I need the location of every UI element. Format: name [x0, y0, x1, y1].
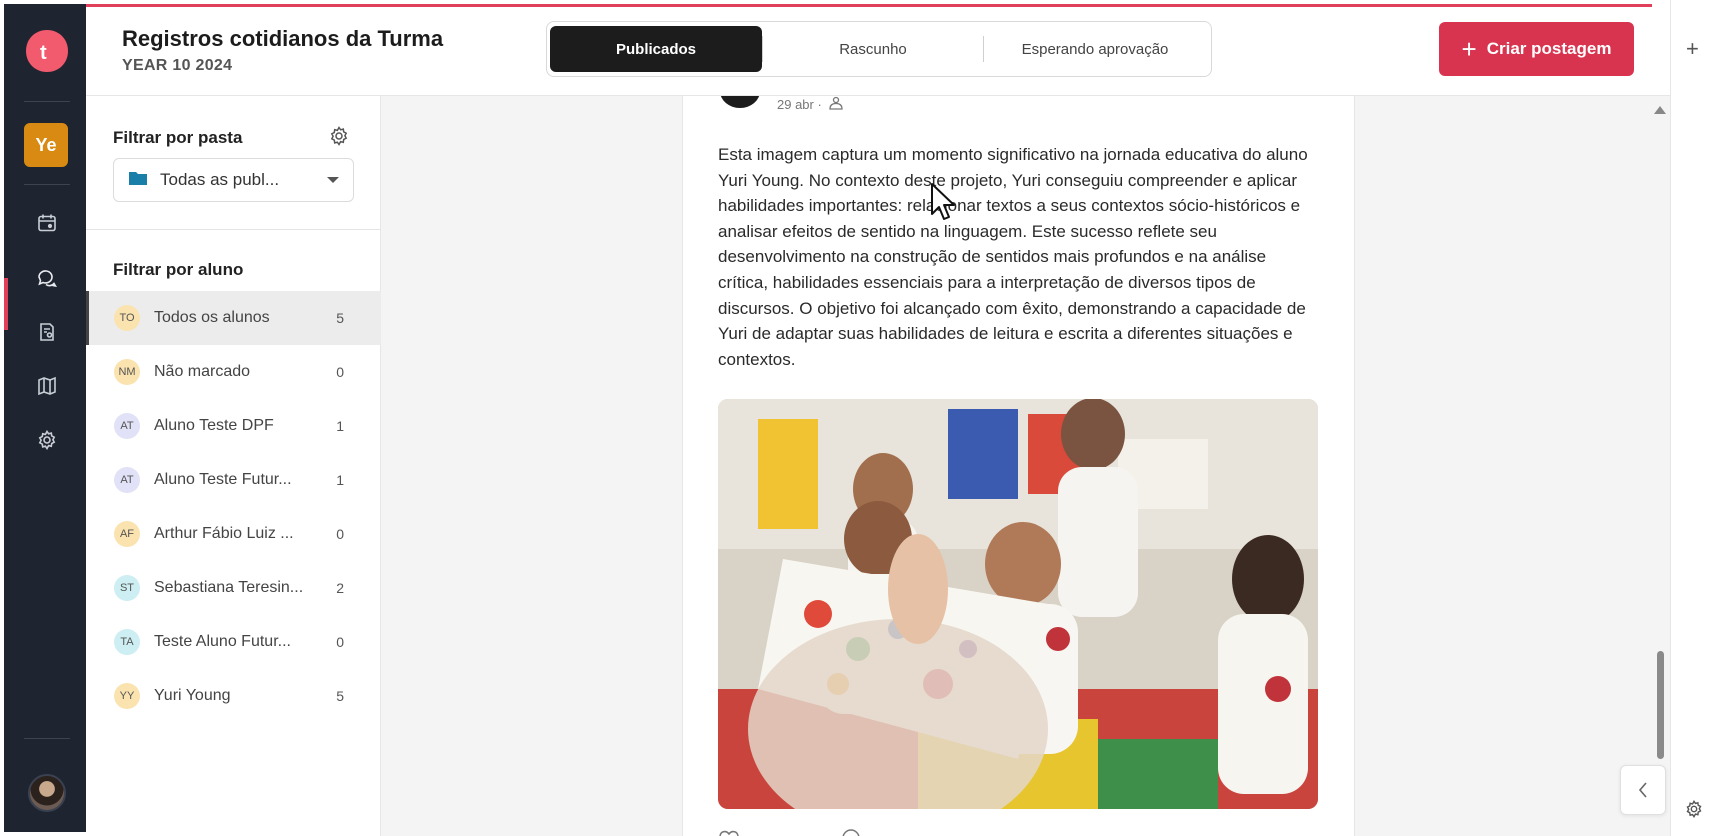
student-name: Aluno Teste Futur...: [154, 471, 292, 488]
comment-icon[interactable]: [840, 826, 862, 836]
post-feed: 29 abr · Esta imagem captura um momento …: [381, 96, 1670, 836]
chevron-left-icon: [1638, 782, 1647, 798]
student-avatar: NM: [114, 359, 140, 385]
create-post-button[interactable]: + Criar postagem: [1439, 22, 1634, 76]
student-list: TO Todos os alunos 5 NM Não marcado 0 AT…: [86, 291, 381, 723]
feed-scrollbar[interactable]: [1650, 96, 1670, 836]
student-item[interactable]: TO Todos os alunos 5: [86, 291, 381, 345]
student-item[interactable]: AF Arthur Fábio Luiz ... 0: [86, 507, 381, 561]
student-item[interactable]: AT Aluno Teste DPF 1: [86, 399, 381, 453]
collapse-panel-button[interactable]: [1620, 765, 1666, 815]
author-avatar[interactable]: [720, 96, 760, 108]
filter-sidebar: Filtrar por pasta Todas as publ... Filtr…: [86, 96, 381, 836]
nav-rail: t Ye: [4, 4, 86, 832]
folder-settings-icon[interactable]: [329, 126, 349, 151]
create-post-label: Criar postagem: [1486, 39, 1612, 58]
student-avatar: TO: [114, 305, 140, 331]
student-count: 1: [336, 472, 344, 488]
student-name: Arthur Fábio Luiz ...: [154, 525, 294, 542]
page-title: Registros cotidianos da Turma: [122, 26, 444, 51]
privacy-icon: [828, 96, 844, 113]
filter-divider: [86, 229, 381, 230]
student-count: 5: [336, 688, 344, 704]
student-item[interactable]: TA Teste Aluno Futur... 0: [86, 615, 381, 669]
student-item[interactable]: ST Sebastiana Teresin... 2: [86, 561, 381, 615]
student-count: 0: [336, 526, 344, 542]
right-panel-strip: +: [1670, 0, 1720, 836]
rail-divider: [24, 101, 70, 102]
student-avatar: TA: [114, 629, 140, 655]
student-name: Sebastiana Teresin...: [154, 579, 304, 596]
student-item[interactable]: YY Yuri Young 5: [86, 669, 381, 723]
student-avatar: AF: [114, 521, 140, 547]
plus-icon: +: [1461, 34, 1477, 64]
post-actions: [718, 826, 862, 836]
student-avatar: AT: [114, 413, 140, 439]
scroll-up-arrow[interactable]: [1654, 106, 1666, 114]
student-item[interactable]: NM Não marcado 0: [86, 345, 381, 399]
student-avatar: ST: [114, 575, 140, 601]
student-avatar: YY: [114, 683, 140, 709]
logo-letter: t: [40, 42, 47, 64]
heart-icon[interactable]: [718, 826, 740, 836]
student-count: 2: [336, 580, 344, 596]
app-window: t Ye Registros cotidianos da Turma YEAR …: [0, 0, 1720, 836]
student-name: Teste Aluno Futur...: [154, 633, 291, 650]
settings-icon[interactable]: [30, 423, 64, 457]
tab-esperando-aprovacao[interactable]: Esperando aprovação: [984, 26, 1206, 72]
book-icon[interactable]: [30, 369, 64, 403]
tab-rascunho[interactable]: Rascunho: [763, 26, 983, 72]
folder-select-value: Todas as publ...: [160, 170, 280, 189]
page-subtitle: YEAR 10 2024: [122, 57, 233, 74]
rail-divider: [24, 184, 70, 185]
page-header: Registros cotidianos da Turma YEAR 10 20…: [86, 4, 1670, 96]
student-item[interactable]: AT Aluno Teste Futur... 1: [86, 453, 381, 507]
tab-publicados[interactable]: Publicados: [550, 26, 762, 72]
app-logo[interactable]: t: [24, 28, 70, 74]
active-indicator: [4, 278, 8, 330]
student-count: 0: [336, 364, 344, 380]
student-count: 1: [336, 418, 344, 434]
rail-divider: [24, 738, 70, 739]
post-date: 29 abr ·: [777, 97, 822, 112]
report-icon[interactable]: [30, 315, 64, 349]
folder-icon: [128, 170, 148, 191]
folder-filter-label: Filtrar por pasta: [113, 128, 243, 147]
folder-select[interactable]: Todas as publ...: [113, 158, 354, 202]
class-badge[interactable]: Ye: [24, 123, 68, 167]
add-icon[interactable]: +: [1686, 36, 1699, 62]
chevron-down-icon: [327, 177, 339, 183]
scroll-thumb[interactable]: [1657, 651, 1664, 759]
student-count: 0: [336, 634, 344, 650]
student-filter-label: Filtrar por aluno: [113, 260, 244, 279]
progress-line: [86, 4, 1652, 7]
gear-icon[interactable]: [1685, 799, 1703, 823]
student-count: 5: [336, 310, 344, 326]
student-name: Todos os alunos: [154, 309, 270, 326]
user-avatar[interactable]: [28, 774, 66, 812]
student-name: Aluno Teste DPF: [154, 417, 274, 434]
post-text: Esta imagem captura um momento significa…: [718, 145, 1308, 369]
chat-icon[interactable]: [30, 261, 64, 295]
calendar-icon[interactable]: [30, 206, 64, 240]
post-meta: 29 abr ·: [777, 96, 844, 113]
student-avatar: AT: [114, 467, 140, 493]
mouse-cursor-icon: [930, 182, 958, 227]
student-name: Yuri Young: [154, 687, 231, 704]
student-name: Não marcado: [154, 363, 251, 380]
status-tabs: Publicados Rascunho Esperando aprovação: [546, 21, 1212, 77]
post-photo[interactable]: [718, 399, 1318, 809]
post-card: 29 abr · Esta imagem captura um momento …: [682, 96, 1355, 836]
